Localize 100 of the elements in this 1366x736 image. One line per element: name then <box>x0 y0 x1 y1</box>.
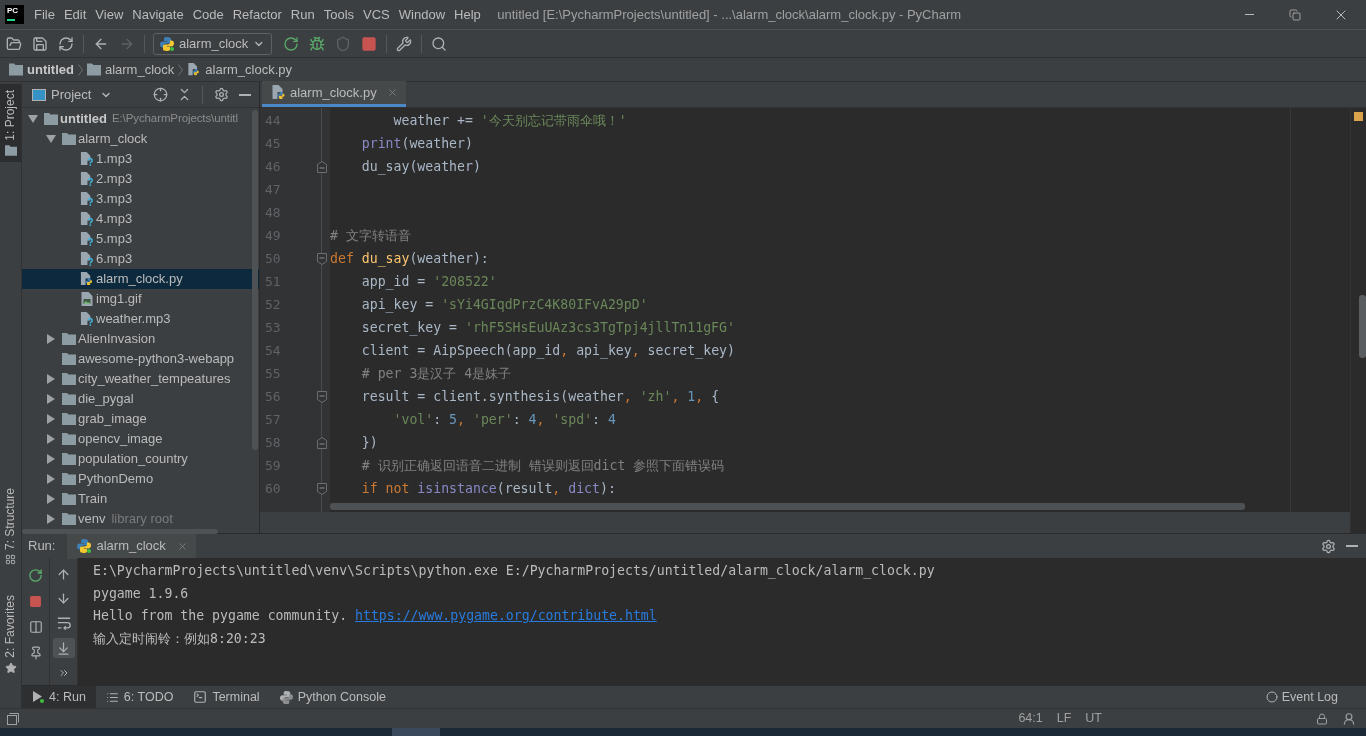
tool-window-tab[interactable]: 2: Favorites <box>0 589 21 680</box>
image-file-icon <box>80 292 94 306</box>
menu-item[interactable]: Code <box>188 0 229 29</box>
breadcrumb-item[interactable]: alarm_clock <box>86 58 175 81</box>
menu-item[interactable]: VCS <box>358 0 395 29</box>
python-icon <box>279 690 293 704</box>
run-tab[interactable]: alarm_clock <box>67 533 196 559</box>
tree-item[interactable]: population_country <box>22 449 259 469</box>
unknown-file-icon <box>80 232 94 246</box>
caret-right-icon[interactable] <box>47 414 55 424</box>
tree-item[interactable]: alarm_clock <box>22 129 259 149</box>
tree-item[interactable]: 5.mp3 <box>22 229 259 249</box>
path-label: E:\PycharmProjects\untitl <box>111 111 238 127</box>
code-line: 'vol': 5, 'per': 4, 'spd': 4 <box>392 411 616 429</box>
folder-icon <box>62 132 76 146</box>
tree-item[interactable]: grab_image <box>22 409 259 429</box>
person-icon[interactable] <box>1342 711 1356 726</box>
grid-icon <box>5 554 16 566</box>
code-line: # 识别正确返回语音二进制 错误则返回dict 参照下面错误码 <box>360 457 725 475</box>
tool-window-tab[interactable]: 6: TODO <box>95 685 184 709</box>
fold-marker-icon[interactable] <box>317 436 327 449</box>
menu-item[interactable]: File <box>29 0 60 29</box>
caret-right-icon[interactable] <box>47 434 55 444</box>
caret-down-icon[interactable] <box>46 135 56 143</box>
code-line: # 文字转语音 <box>330 227 411 245</box>
tree-item[interactable]: 1.mp3 <box>22 149 259 169</box>
tool-window-tab[interactable]: 7: Structure <box>0 482 21 572</box>
tool-window-tab[interactable]: 1: Project <box>0 84 21 162</box>
arrow-down-icon <box>56 591 71 607</box>
caret-right-icon[interactable] <box>47 474 55 484</box>
scroll-to-end-icon <box>56 640 71 656</box>
lock-icon[interactable] <box>1316 712 1328 725</box>
caret-right-icon[interactable] <box>47 514 55 524</box>
fold-marker-icon[interactable] <box>317 160 327 173</box>
tree-item[interactable]: untitled E:\PycharmProjects\untitl <box>22 109 259 129</box>
code-line: api_key = 'sYi4GIqdPrzC4K80IFvA29pD' <box>360 296 648 315</box>
stop-icon <box>29 594 42 608</box>
scrollbar-thumb[interactable] <box>22 529 218 534</box>
tree-item[interactable]: venv library root <box>22 509 259 529</box>
status-item[interactable]: 64:1 <box>1018 709 1043 728</box>
shield-icon <box>335 35 351 52</box>
menu-item[interactable]: Navigate <box>127 0 189 29</box>
tree-item[interactable]: die_pygal <box>22 389 259 409</box>
menu-item[interactable]: Refactor <box>228 0 287 29</box>
tool-window-tab[interactable]: 4: Run <box>22 685 96 709</box>
menu-item[interactable]: View <box>90 0 128 29</box>
fold-marker-icon[interactable] <box>317 390 327 403</box>
tree-item[interactable]: opencv_image <box>22 429 259 449</box>
link[interactable]: https://www.pygame.org/contribute.html <box>355 608 657 623</box>
chevron-right-icon <box>77 63 83 76</box>
settings-icon <box>1320 538 1336 554</box>
menu-item[interactable]: Tools <box>319 0 359 29</box>
status-item[interactable]: UT <box>1085 709 1102 728</box>
unknown-file-icon <box>80 172 94 186</box>
tree-item[interactable]: city_weather_tempeatures <box>22 369 259 389</box>
tree-item[interactable]: img1.gif <box>22 289 259 309</box>
scrollbar-thumb[interactable] <box>1359 295 1366 358</box>
tree-item[interactable]: awesome-python3-webapp <box>22 349 259 369</box>
fold-marker-icon[interactable] <box>317 252 327 265</box>
tool-windows-button[interactable] <box>5 710 21 727</box>
caret-right-icon[interactable] <box>47 454 55 464</box>
tree-item[interactable]: alarm_clock.py <box>22 269 259 289</box>
menu-item[interactable]: Help <box>449 0 486 29</box>
caret-down-icon[interactable] <box>28 115 38 123</box>
scrollbar-thumb[interactable] <box>252 110 258 450</box>
warning-marker-icon[interactable] <box>1354 112 1363 121</box>
view-selector[interactable]: Project <box>32 83 113 106</box>
unknown-file-icon <box>80 192 94 206</box>
console-line: 输入定时闹铃：例如8:20:23 <box>93 629 266 648</box>
caret-right-icon[interactable] <box>47 394 55 404</box>
tool-window-tab[interactable]: Python Console <box>269 685 396 709</box>
tree-item[interactable]: Train <box>22 489 259 509</box>
caret-right-icon[interactable] <box>47 494 55 504</box>
list-icon <box>105 690 119 704</box>
tree-item[interactable]: 4.mp3 <box>22 209 259 229</box>
tree-item[interactable]: 2.mp3 <box>22 169 259 189</box>
fold-marker-icon[interactable] <box>317 482 327 495</box>
wrench-icon <box>396 35 412 52</box>
run-config-dropdown[interactable]: alarm_clock <box>153 32 272 55</box>
menu-item[interactable]: Run <box>286 0 320 29</box>
tree-item[interactable]: 6.mp3 <box>22 249 259 269</box>
event-log-tab[interactable]: Event Log <box>1265 685 1338 709</box>
circular-arrow-icon <box>28 567 43 583</box>
folder-icon <box>9 63 23 76</box>
settings-icon <box>213 87 229 102</box>
editor-tab[interactable]: alarm_clock.py <box>262 81 406 107</box>
tree-item[interactable]: weather.mp3 <box>22 309 259 329</box>
breadcrumb-item[interactable]: alarm_clock.py <box>187 58 292 81</box>
tool-window-tab[interactable]: Terminal <box>183 685 270 709</box>
scrollbar-thumb[interactable] <box>330 503 1245 510</box>
breadcrumb-item[interactable]: untitled <box>9 58 74 81</box>
caret-right-icon[interactable] <box>47 334 55 344</box>
menu-item[interactable]: Window <box>394 0 450 29</box>
caret-right-icon[interactable] <box>47 374 55 384</box>
tree-item[interactable]: AlienInvasion <box>22 329 259 349</box>
tree-item[interactable]: PythonDemo <box>22 469 259 489</box>
status-item[interactable]: LF <box>1056 709 1072 728</box>
scroll-to-end-button[interactable] <box>52 637 75 659</box>
menu-item[interactable]: Edit <box>59 0 91 29</box>
tree-item[interactable]: 3.mp3 <box>22 189 259 209</box>
